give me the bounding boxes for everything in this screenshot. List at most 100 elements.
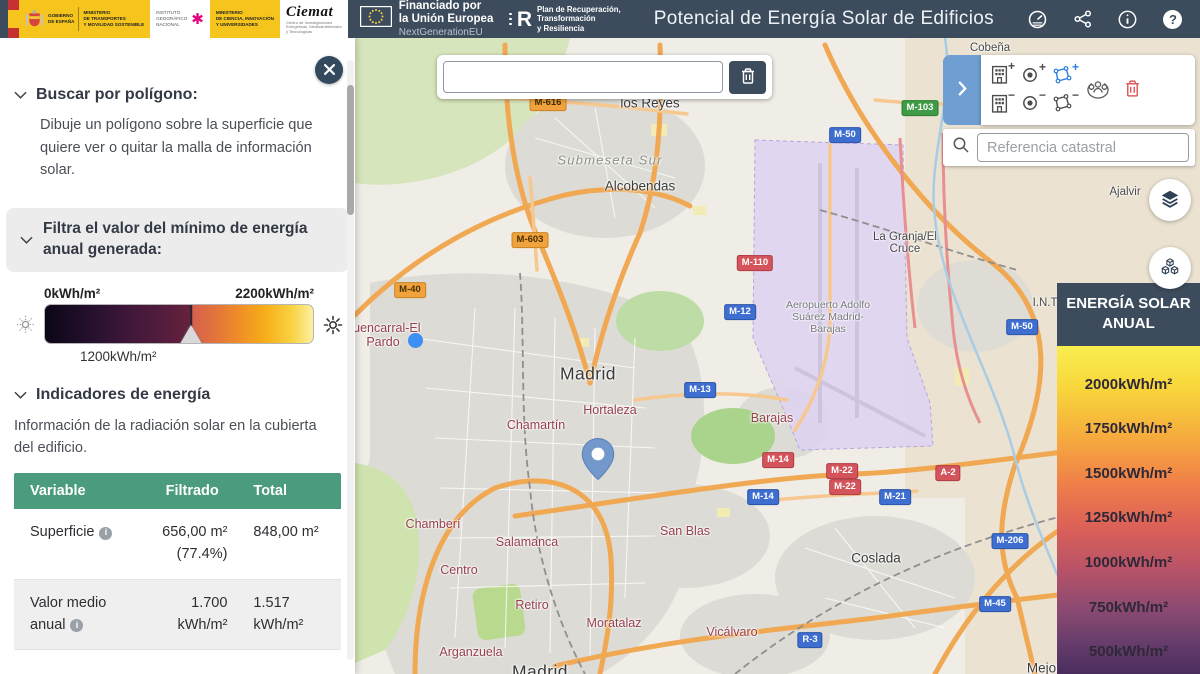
row-filtrado: 656,00 m² (77.4%) <box>135 522 249 566</box>
polygon-remove-button[interactable]: − <box>1052 94 1072 115</box>
brightness-high-icon <box>323 315 343 335</box>
ciemat-wordmark: Ciemat <box>286 4 342 21</box>
col-header-filtrado: Filtrado <box>135 483 249 499</box>
building-icon <box>991 65 1008 87</box>
clear-search-button[interactable] <box>729 61 766 94</box>
row-total: 1.517 kWh/m² <box>249 593 341 637</box>
section-buscar-description: Dibuje un polígono sobre la superficie q… <box>0 104 355 182</box>
catastral-search <box>943 129 1195 166</box>
collapse-toolbar-button[interactable] <box>943 55 981 125</box>
community-icon <box>1085 77 1111 104</box>
polygon-add-button[interactable]: + <box>1052 66 1072 87</box>
close-icon <box>324 63 335 78</box>
polygon-search-input[interactable] <box>443 61 723 93</box>
building-add-button[interactable]: + <box>991 65 1008 87</box>
info-icon[interactable] <box>70 619 83 632</box>
ministerio-ciencia-logo: MINISTERIO DE CIENCIA, INNOVACIÓN Y UNIV… <box>210 0 280 38</box>
info-icon[interactable] <box>99 527 112 540</box>
chevron-down-icon <box>14 86 27 104</box>
trash-icon <box>1124 79 1141 101</box>
drawing-tools: + − + − <box>943 55 1195 166</box>
legend-entry: 1000kWh/m² <box>1085 554 1173 571</box>
catastral-input[interactable] <box>977 133 1189 162</box>
cubes-icon <box>1159 257 1181 280</box>
building-icon <box>991 94 1008 116</box>
delete-drawings-button[interactable] <box>1124 79 1141 101</box>
point-add-button[interactable]: + <box>1021 66 1039 87</box>
trash-icon <box>740 67 756 88</box>
chevron-down-icon <box>20 231 33 249</box>
polygon-search-bar <box>437 55 772 99</box>
ministerio-ciencia-text: MINISTERIO DE CIENCIA, INNOVACIÓN Y UNIV… <box>216 10 274 27</box>
3d-buildings-button[interactable] <box>1149 247 1191 289</box>
plan-text: Plan de Recuperación, Transformación y R… <box>537 5 621 33</box>
sidebar-panel: Buscar por polígono: Dibuje un polígono … <box>0 38 355 674</box>
row-variable: Valor medio anual <box>30 595 106 633</box>
point-icon <box>1021 94 1039 115</box>
brightness-low-icon <box>16 315 35 334</box>
point-remove-button[interactable]: − <box>1021 94 1039 115</box>
divider <box>78 7 79 31</box>
slider-current-value: 1200kWh/m² <box>44 349 193 364</box>
map-pin-marker <box>581 438 615 480</box>
chevron-down-icon <box>14 386 27 404</box>
table-row: Superficie 656,00 m² (77.4%) 848,00 m² <box>14 509 341 580</box>
legend-entry: 1250kWh/m² <box>1085 509 1173 526</box>
sidebar-scrollbar[interactable] <box>347 60 354 660</box>
col-header-total: Total <box>249 483 341 499</box>
section-indicadores-title: Indicadores de energía <box>36 386 210 404</box>
chevron-right-icon <box>958 81 967 99</box>
help-icon[interactable] <box>1162 8 1184 30</box>
section-buscar-header[interactable]: Buscar por polígono: <box>0 86 355 104</box>
ign-logo: INSTITUTO GEOGRÁFICO NACIONAL ✱ <box>150 0 210 38</box>
row-total: 848,00 m² <box>249 522 341 566</box>
info-icon[interactable] <box>1117 8 1139 30</box>
legend-entry: 2000kWh/m² <box>1085 376 1173 393</box>
legend-entry: 750kWh/m² <box>1089 599 1168 616</box>
eu-flag-icon <box>360 6 392 32</box>
ministerio-transportes-text: MINISTERIO DE TRANSPORTES Y MOVILIDAD SO… <box>83 10 144 27</box>
eu-funding-logo: Financiado por la Unión Europea NextGene… <box>360 0 494 38</box>
energy-filter-slider: 0kWh/m² 2200kWh/m² 1200kWh/m² <box>16 286 343 364</box>
layers-icon <box>1159 188 1181 213</box>
slider-max-label: 2200kWh/m² <box>235 286 314 301</box>
polygon-icon <box>1052 66 1072 87</box>
gobierno-text: GOBIERNO DE ESPAÑA <box>48 13 74 24</box>
community-select-button[interactable] <box>1085 77 1111 104</box>
ciemat-logo: Ciemat Centro de Investigaciones Energét… <box>280 0 348 38</box>
plan-recuperacion-logo: R Plan de Recuperación, Transformación y… <box>509 5 620 33</box>
section-indicadores-description: Información de la radiación solar en la … <box>0 404 355 460</box>
drawing-toolbar: + − + − <box>981 55 1195 125</box>
map-point-marker <box>408 333 423 348</box>
section-filter-header[interactable]: Filtra el valor del mínimo de energía an… <box>6 208 349 272</box>
layers-button[interactable] <box>1149 179 1191 221</box>
ign-text: INSTITUTO GEOGRÁFICO NACIONAL <box>156 10 187 27</box>
gobierno-logo: GOBIERNO DE ESPAÑA MINISTERIO DE TRANSPO… <box>19 0 150 38</box>
plan-r-icon: R <box>517 9 532 30</box>
legend-entry: 1750kWh/m² <box>1085 420 1173 437</box>
close-panel-button[interactable] <box>315 56 343 84</box>
plan-r-dots-icon <box>509 13 512 26</box>
dashboard-icon[interactable] <box>1027 8 1049 30</box>
slider-min-label: 0kWh/m² <box>44 286 100 301</box>
section-buscar-title: Buscar por polígono: <box>36 86 198 104</box>
row-filtrado: 1.700 kWh/m² <box>135 593 249 637</box>
building-remove-button[interactable]: − <box>991 94 1008 116</box>
legend-scale: 2000kWh/m² 1750kWh/m² 1500kWh/m² 1250kWh/m²… <box>1057 346 1200 674</box>
gradient-slider-bar[interactable] <box>44 304 314 344</box>
legend-title: ENERGÍA SOLAR ANUAL <box>1057 283 1200 346</box>
eu-funding-line3: NextGenerationEU <box>399 27 494 38</box>
page-title: Potencial de Energía Solar de Edificios <box>654 8 994 30</box>
section-filter-title: Filtra el valor del mínimo de energía an… <box>43 219 333 261</box>
share-icon[interactable] <box>1072 8 1094 30</box>
point-icon <box>1021 66 1039 87</box>
legend-entry: 500kWh/m² <box>1089 643 1168 660</box>
spain-flag-icon <box>8 0 19 38</box>
app-header: GOBIERNO DE ESPAÑA MINISTERIO DE TRANSPO… <box>0 0 1200 38</box>
section-indicadores-header[interactable]: Indicadores de energía <box>0 386 355 404</box>
legend-entry: 1500kWh/m² <box>1085 465 1173 482</box>
slider-thumb[interactable] <box>180 325 202 344</box>
table-row: Valor medio anual 1.700 kWh/m² 1.517 kWh… <box>14 580 341 651</box>
col-header-variable: Variable <box>14 483 135 499</box>
eu-funding-line2: la Unión Europea <box>399 13 494 26</box>
